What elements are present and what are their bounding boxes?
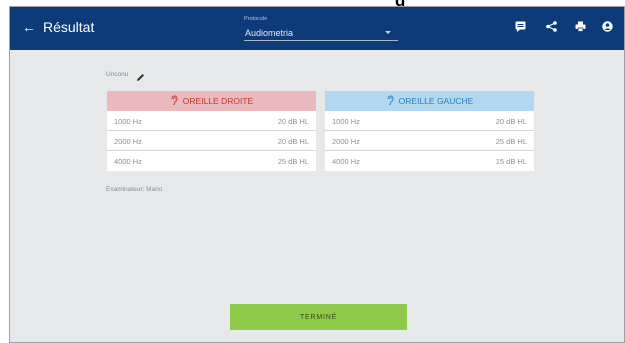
threshold-value: 20 dB HL: [495, 117, 527, 126]
patient-name: Unconu: [106, 71, 129, 78]
ear-icon: [170, 95, 178, 107]
table-row: 4000 Hz 25 dB HL: [107, 151, 316, 171]
threshold-value: 15 dB HL: [495, 157, 527, 166]
right-ear-panel: OREILLE DROITE 1000 Hz 20 dB HL 2000 Hz …: [107, 91, 316, 171]
arrow-left-icon[interactable]: ←: [22, 20, 36, 34]
frequency: 1000 Hz: [332, 117, 360, 126]
left-ear-header: OREILLE GAUCHE: [325, 91, 534, 111]
protocol-select[interactable]: Audiometria: [244, 25, 398, 41]
frequency: 4000 Hz: [114, 157, 142, 166]
print-icon[interactable]: [575, 21, 589, 35]
table-row: 1000 Hz 20 dB HL: [325, 111, 534, 131]
table-row: 4000 Hz 15 dB HL: [325, 151, 534, 171]
right-ear-title: OREILLE DROITE: [182, 96, 254, 106]
right-ear-header: OREILLE DROITE: [107, 91, 316, 111]
threshold-value: 20 dB HL: [277, 117, 309, 126]
comment-icon[interactable]: [515, 21, 529, 35]
threshold-value: 25 dB HL: [277, 157, 309, 166]
frequency: 2000 Hz: [332, 137, 360, 146]
examiner-name: Examinateur: Mario: [106, 186, 163, 193]
app-window: ← Résultat Protocole Audiometria Unconu …: [9, 6, 625, 343]
protocol-label: Protocole: [244, 16, 268, 22]
threshold-value: 20 dB HL: [277, 137, 309, 146]
left-ear-panel: OREILLE GAUCHE 1000 Hz 20 dB HL 2000 Hz …: [325, 91, 534, 171]
left-ear-title: OREILLE GAUCHE: [398, 96, 474, 106]
pencil-icon[interactable]: [136, 69, 145, 87]
table-row: 2000 Hz 25 dB HL: [325, 131, 534, 151]
user-icon[interactable]: [602, 21, 616, 35]
chevron-down-icon: [385, 31, 391, 34]
frequency: 1000 Hz: [114, 117, 142, 126]
done-button[interactable]: TERMINÉ: [230, 304, 407, 330]
share-icon[interactable]: [546, 21, 560, 35]
ear-icon: [386, 95, 394, 107]
threshold-value: 25 dB HL: [495, 137, 527, 146]
frequency: 2000 Hz: [114, 137, 142, 146]
page-title: Résultat: [43, 19, 95, 35]
app-header: ← Résultat Protocole Audiometria: [10, 7, 624, 50]
table-row: 1000 Hz 20 dB HL: [107, 111, 316, 131]
table-row: 2000 Hz 20 dB HL: [107, 131, 316, 151]
frequency: 4000 Hz: [332, 157, 360, 166]
protocol-value: Audiometria: [245, 28, 294, 38]
